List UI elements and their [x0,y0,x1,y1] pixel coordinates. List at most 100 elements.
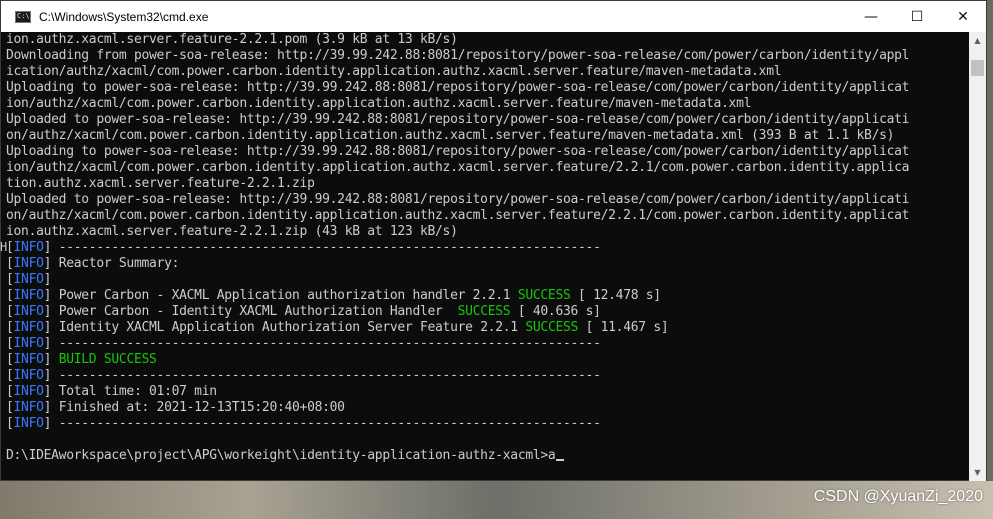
cmd-window: C:\ C:\Windows\System32\cmd.exe — ☐ ✕ io… [0,0,987,481]
console-line: [INFO] Identity XACML Application Author… [6,320,969,336]
csdn-watermark: CSDN @XyuanZi_2020 [813,488,983,505]
console-line: Downloading from power-soa-release: http… [6,48,969,64]
log-level-tag: INFO [13,384,44,399]
console-text: Uploaded to power-soa-release: http://39… [6,112,910,127]
console-line: [INFO] ---------------------------------… [6,416,969,432]
console-text: [ [6,384,14,399]
console-text: ] --------------------------------------… [43,416,601,431]
console-text: ] [43,352,59,367]
console-text: ] Total time: 01:07 min [43,384,217,399]
console-text: ] Power Carbon - XACML Application autho… [43,288,518,303]
cmd-app-icon: C:\ [15,10,31,23]
scroll-thumb[interactable] [971,60,984,76]
console-line: [INFO] ---------------------------------… [6,240,969,256]
window-controls: — ☐ ✕ [848,1,986,32]
console-text: Uploading to power-soa-release: http://3… [6,80,910,95]
console-line: [INFO] [6,272,969,288]
log-level-tag: INFO [13,304,44,319]
console-text: ] [43,272,52,287]
console-line: ion.authz.xacml.server.feature-2.2.1.zip… [6,224,969,240]
console-line: [INFO] BUILD SUCCESS [6,352,969,368]
console-text: [ [6,400,14,415]
console-text: Uploaded to power-soa-release: http://39… [6,192,910,207]
success-text: SUCCESS [517,288,571,303]
console-text: D:\IDEAworkspace\project\APG\workeight\i… [6,448,556,463]
background-window-edge: H [0,240,8,254]
console-text: ] Power Carbon - Identity XACML Authoriz… [43,304,458,319]
console-text: [ [6,336,14,351]
console-text: ] Finished at: 2021-12-13T15:20:40+08:00 [43,400,345,415]
console-text: [ [6,256,14,271]
log-level-tag: INFO [13,400,44,415]
log-level-tag: INFO [13,320,44,335]
console-line: ion/authz/xacml/com.power.carbon.identit… [6,160,969,176]
console-line: Uploaded to power-soa-release: http://39… [6,192,969,208]
console-text: ] Identity XACML Application Authorizati… [43,320,526,335]
console-line: ication/authz/xacml/com.power.carbon.ide… [6,64,969,80]
console-text: ication/authz/xacml/com.power.carbon.ide… [6,64,782,79]
log-level-tag: INFO [13,336,44,351]
console-text: [ [6,352,14,367]
console-text: Uploading to power-soa-release: http://3… [6,144,910,159]
scroll-up-arrow-icon[interactable]: ▲ [969,32,986,49]
console-line: [INFO] Total time: 01:07 min [6,384,969,400]
console-text: [ [6,416,14,431]
console-text: ] --------------------------------------… [43,368,601,383]
console-text: ] Reactor Summary: [43,256,180,271]
close-button[interactable]: ✕ [940,1,986,32]
minimize-icon: — [864,8,878,25]
console-line: ion.authz.xacml.server.feature-2.2.1.pom… [6,32,969,48]
console-text: [ 12.478 s] [570,288,661,303]
console-line: Uploading to power-soa-release: http://3… [6,80,969,96]
log-level-tag: INFO [13,272,44,287]
log-level-tag: INFO [13,240,44,255]
console-line: on/authz/xacml/com.power.carbon.identity… [6,128,969,144]
console-text: [ 40.636 s] [510,304,601,319]
console-text: [ [6,320,14,335]
title-bar[interactable]: C:\ C:\Windows\System32\cmd.exe — ☐ ✕ [1,1,986,32]
console-line: [INFO] ---------------------------------… [6,368,969,384]
maximize-button[interactable]: ☐ [894,1,940,32]
console-line: Uploading to power-soa-release: http://3… [6,144,969,160]
console-text: ] --------------------------------------… [43,336,601,351]
console-line: [INFO] Power Carbon - Identity XACML Aut… [6,304,969,320]
console-line: D:\IDEAworkspace\project\APG\workeight\i… [6,448,969,464]
console-text: [ 11.467 s] [578,320,669,335]
console-line: on/authz/xacml/com.power.carbon.identity… [6,208,969,224]
console-line: tion.authz.xacml.server.feature-2.2.1.zi… [6,176,969,192]
console-text: ion.authz.xacml.server.feature-2.2.1.pom… [6,32,458,47]
log-level-tag: INFO [13,352,44,367]
console-text: tion.authz.xacml.server.feature-2.2.1.zi… [6,176,315,191]
console-line: Uploaded to power-soa-release: http://39… [6,112,969,128]
console-text: ion.authz.xacml.server.feature-2.2.1.zip… [6,224,458,239]
log-level-tag: INFO [13,368,44,383]
console-text: ion/authz/xacml/com.power.carbon.identit… [6,160,910,175]
console-text: [ [6,272,14,287]
success-text: SUCCESS [525,320,579,335]
log-level-tag: INFO [13,256,44,271]
close-icon: ✕ [957,8,969,25]
console-text: on/authz/xacml/com.power.carbon.identity… [6,208,910,223]
maximize-icon: ☐ [910,8,924,25]
window-title: C:\Windows\System32\cmd.exe [39,9,209,24]
console-line: [INFO] Power Carbon - XACML Application … [6,288,969,304]
success-text: SUCCESS [457,304,511,319]
success-text: BUILD SUCCESS [58,352,157,367]
console-text: [ [6,304,14,319]
vertical-scrollbar[interactable]: ▲ ▼ [969,32,986,481]
console-output[interactable]: ion.authz.xacml.server.feature-2.2.1.pom… [6,32,969,481]
console-line: [INFO] Finished at: 2021-12-13T15:20:40+… [6,400,969,416]
console-text: ] --------------------------------------… [43,240,601,255]
log-level-tag: INFO [13,288,44,303]
console-line: ion/authz/xacml/com.power.carbon.identit… [6,96,969,112]
scroll-down-arrow-icon[interactable]: ▼ [969,464,986,481]
minimize-button[interactable]: — [848,1,894,32]
console-text: [ [6,368,14,383]
console-line: [INFO] Reactor Summary: [6,256,969,272]
console-text: on/authz/xacml/com.power.carbon.identity… [6,128,895,143]
console-text: [ [6,288,14,303]
console-text: ion/authz/xacml/com.power.carbon.identit… [6,96,752,111]
text-cursor [556,459,565,461]
console-line: [INFO] ---------------------------------… [6,336,969,352]
